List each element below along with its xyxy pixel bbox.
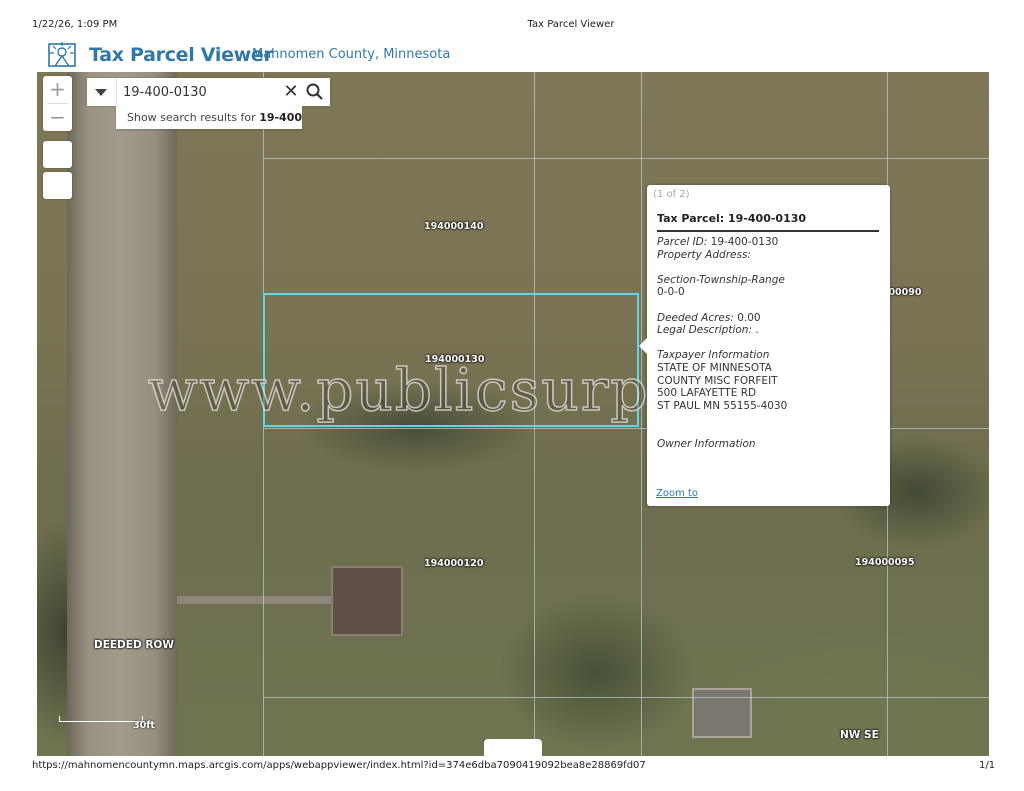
popup-body: Parcel ID: 19-400-0130 Property Address:… [657, 236, 883, 450]
str-label: Section-Township-Range [657, 273, 785, 286]
print-url: https://mahnomencountymn.maps.arcgis.com… [32, 760, 646, 771]
app-header: Tax Parcel Viewer Mahnomen County, Minne… [37, 36, 989, 72]
parcel-popup: (1 of 2) Tax Parcel: 19-400-0130 Parcel … [639, 185, 890, 506]
attribute-table-toggle[interactable] [484, 739, 542, 756]
parcel-boundary [263, 697, 989, 698]
taxpayer-line: 500 LAFAYETTE RD [657, 387, 757, 400]
county-logo-icon[interactable] [47, 40, 77, 68]
search-icon[interactable] [305, 82, 325, 102]
zoom-in-button[interactable]: + [43, 76, 72, 103]
str-value: 0-0-0 [657, 286, 685, 299]
taxpayer-line: ST PAUL MN 55155-4030 [657, 399, 788, 412]
parcel-boundary [263, 158, 989, 159]
popup-pointer [639, 338, 647, 354]
parcel-label: 194000130 [425, 354, 485, 365]
divider [657, 230, 879, 232]
popup-title: Tax Parcel: 19-400-0130 [657, 212, 807, 225]
quarter-section-label: NW SE [840, 729, 879, 741]
legal-description-value: . [752, 324, 759, 337]
building [692, 688, 752, 738]
home-button[interactable] [43, 141, 72, 168]
zoom-to-link[interactable]: Zoom to [656, 488, 698, 499]
app-subtitle: Mahnomen County, Minnesota [252, 47, 451, 62]
deeded-row-label: DEEDED ROW [94, 639, 174, 651]
scale-bar-label: 30ft [133, 720, 155, 731]
building [331, 566, 403, 636]
taxpayer-label: Taxpayer Information [657, 349, 770, 362]
close-icon[interactable]: ✕ [281, 81, 301, 103]
search-input[interactable] [123, 78, 273, 106]
search-source-dropdown[interactable] [87, 78, 117, 106]
print-title: Tax Parcel Viewer [527, 19, 615, 30]
app-title: Tax Parcel Viewer [89, 44, 273, 66]
road [67, 72, 177, 756]
parcel-boundary [641, 72, 642, 756]
taxpayer-line: STATE OF MINNESOTA [657, 361, 772, 374]
deeded-acres-label: Deeded Acres: [657, 311, 734, 324]
print-page-number: 1/1 [979, 760, 996, 771]
my-location-button[interactable] [43, 172, 72, 199]
deeded-acres-value: 0.00 [733, 311, 761, 324]
parcel-label: 194000120 [424, 558, 484, 569]
parcel-label: 194000095 [855, 557, 915, 568]
suggestion-term: 19-400... [259, 111, 302, 124]
legal-description-label: Legal Description: [657, 324, 753, 337]
print-footer: https://mahnomencountymn.maps.arcgis.com… [0, 760, 1024, 780]
parcel-id-label: Parcel ID: [657, 236, 708, 248]
search-suggestion[interactable]: Show search results for 19-400... [116, 106, 302, 129]
sidewalk [177, 596, 333, 604]
owner-label: Owner Information [657, 437, 756, 450]
parcel-id-value: 19-400-0130 [707, 236, 779, 248]
popup-count: (1 of 2) [653, 189, 690, 200]
property-address-label: Property Address: [657, 248, 751, 261]
print-header: 1/22/26, 1:09 PM Tax Parcel Viewer [0, 0, 1024, 36]
zoom-control: + − [43, 76, 72, 131]
parcel-label: 194000140 [424, 221, 484, 232]
search-widget: ✕ [87, 78, 330, 106]
scale-bar [59, 716, 143, 722]
zoom-out-button[interactable]: − [43, 104, 72, 131]
taxpayer-line: COUNTY MISC FORFEIT [657, 374, 778, 387]
suggestion-prefix: Show search results for [127, 111, 260, 124]
